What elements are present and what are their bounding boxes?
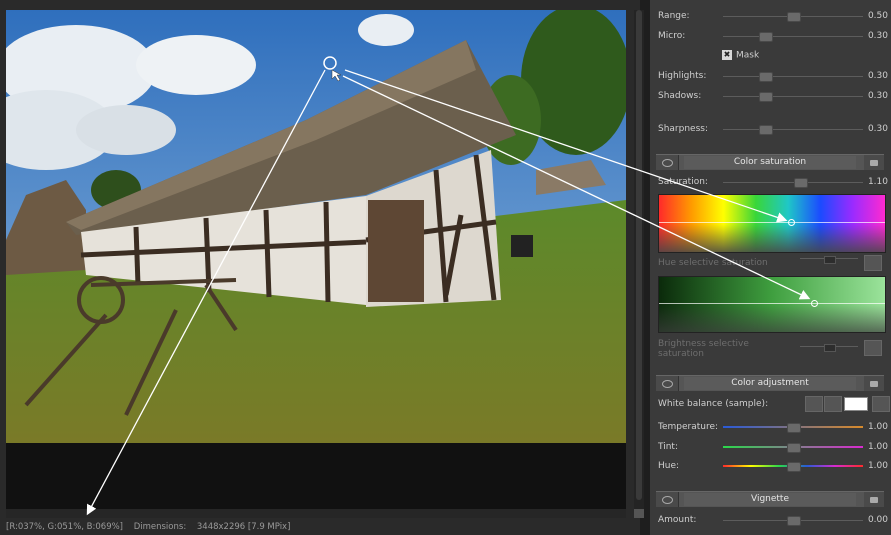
highlights-slider-knob[interactable] — [759, 72, 773, 82]
amount-value[interactable]: 0.00 — [864, 515, 888, 525]
canvas-background — [6, 443, 626, 509]
hue-reset-icon[interactable] — [864, 255, 882, 271]
shadows-slider-knob[interactable] — [759, 92, 773, 102]
brightness-reset-icon[interactable] — [864, 340, 882, 356]
hue-selective-label: Hue selective saturation — [658, 258, 768, 268]
amount-slider-row: Amount: 0.00 — [658, 513, 888, 527]
saturation-value[interactable]: 1.10 — [864, 177, 888, 187]
range-label: Range: — [658, 11, 690, 21]
color-saturation-header[interactable]: Color saturation — [656, 154, 884, 170]
brightness-curve-line[interactable] — [659, 303, 885, 304]
micro-label: Micro: — [658, 31, 686, 41]
dimensions-label: Dimensions: — [133, 522, 187, 532]
range-slider-row: Range: 0.50 — [658, 9, 888, 23]
saturation-slider-row: Saturation: 1.10 — [658, 175, 888, 189]
sharpness-label: Sharpness: — [658, 124, 708, 134]
eye-icon[interactable] — [656, 376, 679, 391]
tint-slider-knob[interactable] — [787, 443, 801, 453]
status-bar: [R:037%, G:051%, B:069%] Dimensions: 344… — [6, 520, 646, 535]
hue-slider-row: Hue: 1.00 — [658, 459, 888, 473]
sharpness-value[interactable]: 0.30 — [864, 124, 888, 134]
vertical-scrollbar-thumb[interactable] — [636, 10, 642, 500]
tint-value[interactable]: 1.00 — [864, 442, 888, 452]
brightness-selective-row: Brightness selective saturation — [658, 337, 888, 359]
highlights-slider-row: Highlights: 0.30 — [658, 69, 888, 83]
camera-icon[interactable] — [805, 396, 823, 412]
saturation-slider-knob[interactable] — [794, 178, 808, 188]
sharpness-slider-row: Sharpness: 0.30 — [658, 122, 888, 136]
brightness-selective-knob[interactable] — [824, 344, 836, 352]
preview-photo[interactable] — [6, 10, 626, 443]
lock-icon[interactable] — [864, 376, 884, 391]
brightness-selective-label: Brightness selective saturation — [658, 339, 749, 359]
shadows-value[interactable]: 0.30 — [864, 91, 888, 101]
sharpness-slider-knob[interactable] — [759, 125, 773, 135]
mask-check-icon[interactable]: ✖ — [722, 50, 732, 60]
saturation-slider-track[interactable] — [723, 182, 863, 183]
white-balance-label: White balance (sample): — [658, 399, 769, 409]
lock-icon[interactable] — [864, 492, 884, 507]
brightness-curve-point[interactable] — [811, 300, 818, 307]
hue-saturation-curve[interactable] — [658, 194, 886, 253]
range-slider-knob[interactable] — [787, 12, 801, 22]
amount-slider-knob[interactable] — [787, 516, 801, 526]
color-adjustment-header[interactable]: Color adjustment — [656, 375, 884, 391]
amount-label: Amount: — [658, 515, 697, 525]
saturation-label: Saturation: — [658, 177, 708, 187]
hue-selective-knob[interactable] — [824, 256, 836, 264]
micro-value[interactable]: 0.30 — [864, 31, 888, 41]
vignette-title[interactable]: Vignette — [684, 493, 856, 506]
vertical-scrollbar[interactable] — [634, 10, 644, 509]
micro-slider-knob[interactable] — [759, 32, 773, 42]
dimensions-value: 3448x2296 [7.9 MPix] — [196, 522, 291, 532]
temperature-label: Temperature: — [658, 422, 719, 432]
rgb-readout: [R:037%, G:051%, B:069%] — [6, 522, 123, 532]
eyedropper-icon[interactable] — [824, 396, 842, 412]
image-viewport: [R:037%, G:051%, B:069%] Dimensions: 344… — [0, 0, 644, 535]
vignette-header[interactable]: Vignette — [656, 491, 884, 507]
mask-checkbox[interactable]: ✖ Mask — [722, 50, 759, 61]
barn-photo-illustration — [6, 10, 626, 443]
hue-curve-line[interactable] — [659, 222, 885, 223]
color-saturation-title[interactable]: Color saturation — [684, 156, 856, 169]
color-adjustment-title[interactable]: Color adjustment — [684, 377, 856, 390]
eye-icon[interactable] — [656, 155, 679, 170]
white-balance-reset-icon[interactable] — [872, 396, 890, 412]
lock-icon[interactable] — [864, 155, 884, 170]
sharpness-slider-track[interactable] — [723, 129, 863, 130]
temperature-slider-knob[interactable] — [787, 423, 801, 433]
shadows-slider-row: Shadows: 0.30 — [658, 89, 888, 103]
micro-slider-track[interactable] — [723, 36, 863, 37]
highlights-value[interactable]: 0.30 — [864, 71, 888, 81]
hue-label: Hue: — [658, 461, 680, 471]
hue-value[interactable]: 1.00 — [864, 461, 888, 471]
brightness-saturation-curve[interactable] — [658, 276, 886, 333]
highlights-label: Highlights: — [658, 71, 707, 81]
adjustment-panel: Range: 0.50 Micro: 0.30 ✖ Mask Highlights… — [650, 0, 891, 535]
scrollbar-corner-icon[interactable] — [634, 509, 644, 518]
shadows-slider-track[interactable] — [723, 96, 863, 97]
mask-label: Mask — [736, 50, 760, 61]
shadows-label: Shadows: — [658, 91, 702, 101]
tint-slider-row: Tint: 1.00 — [658, 440, 888, 454]
tint-label: Tint: — [658, 442, 678, 452]
temperature-slider-row: Temperature: 1.00 — [658, 420, 888, 434]
micro-slider-row: Micro: 0.30 — [658, 29, 888, 43]
highlights-slider-track[interactable] — [723, 76, 863, 77]
temperature-value[interactable]: 1.00 — [864, 422, 888, 432]
eye-icon[interactable] — [656, 492, 679, 507]
range-value[interactable]: 0.50 — [864, 11, 888, 21]
white-balance-swatch[interactable] — [844, 397, 868, 411]
horizontal-scrollbar[interactable] — [6, 509, 626, 518]
hue-slider-knob[interactable] — [787, 462, 801, 472]
hue-curve-point[interactable] — [788, 219, 795, 226]
